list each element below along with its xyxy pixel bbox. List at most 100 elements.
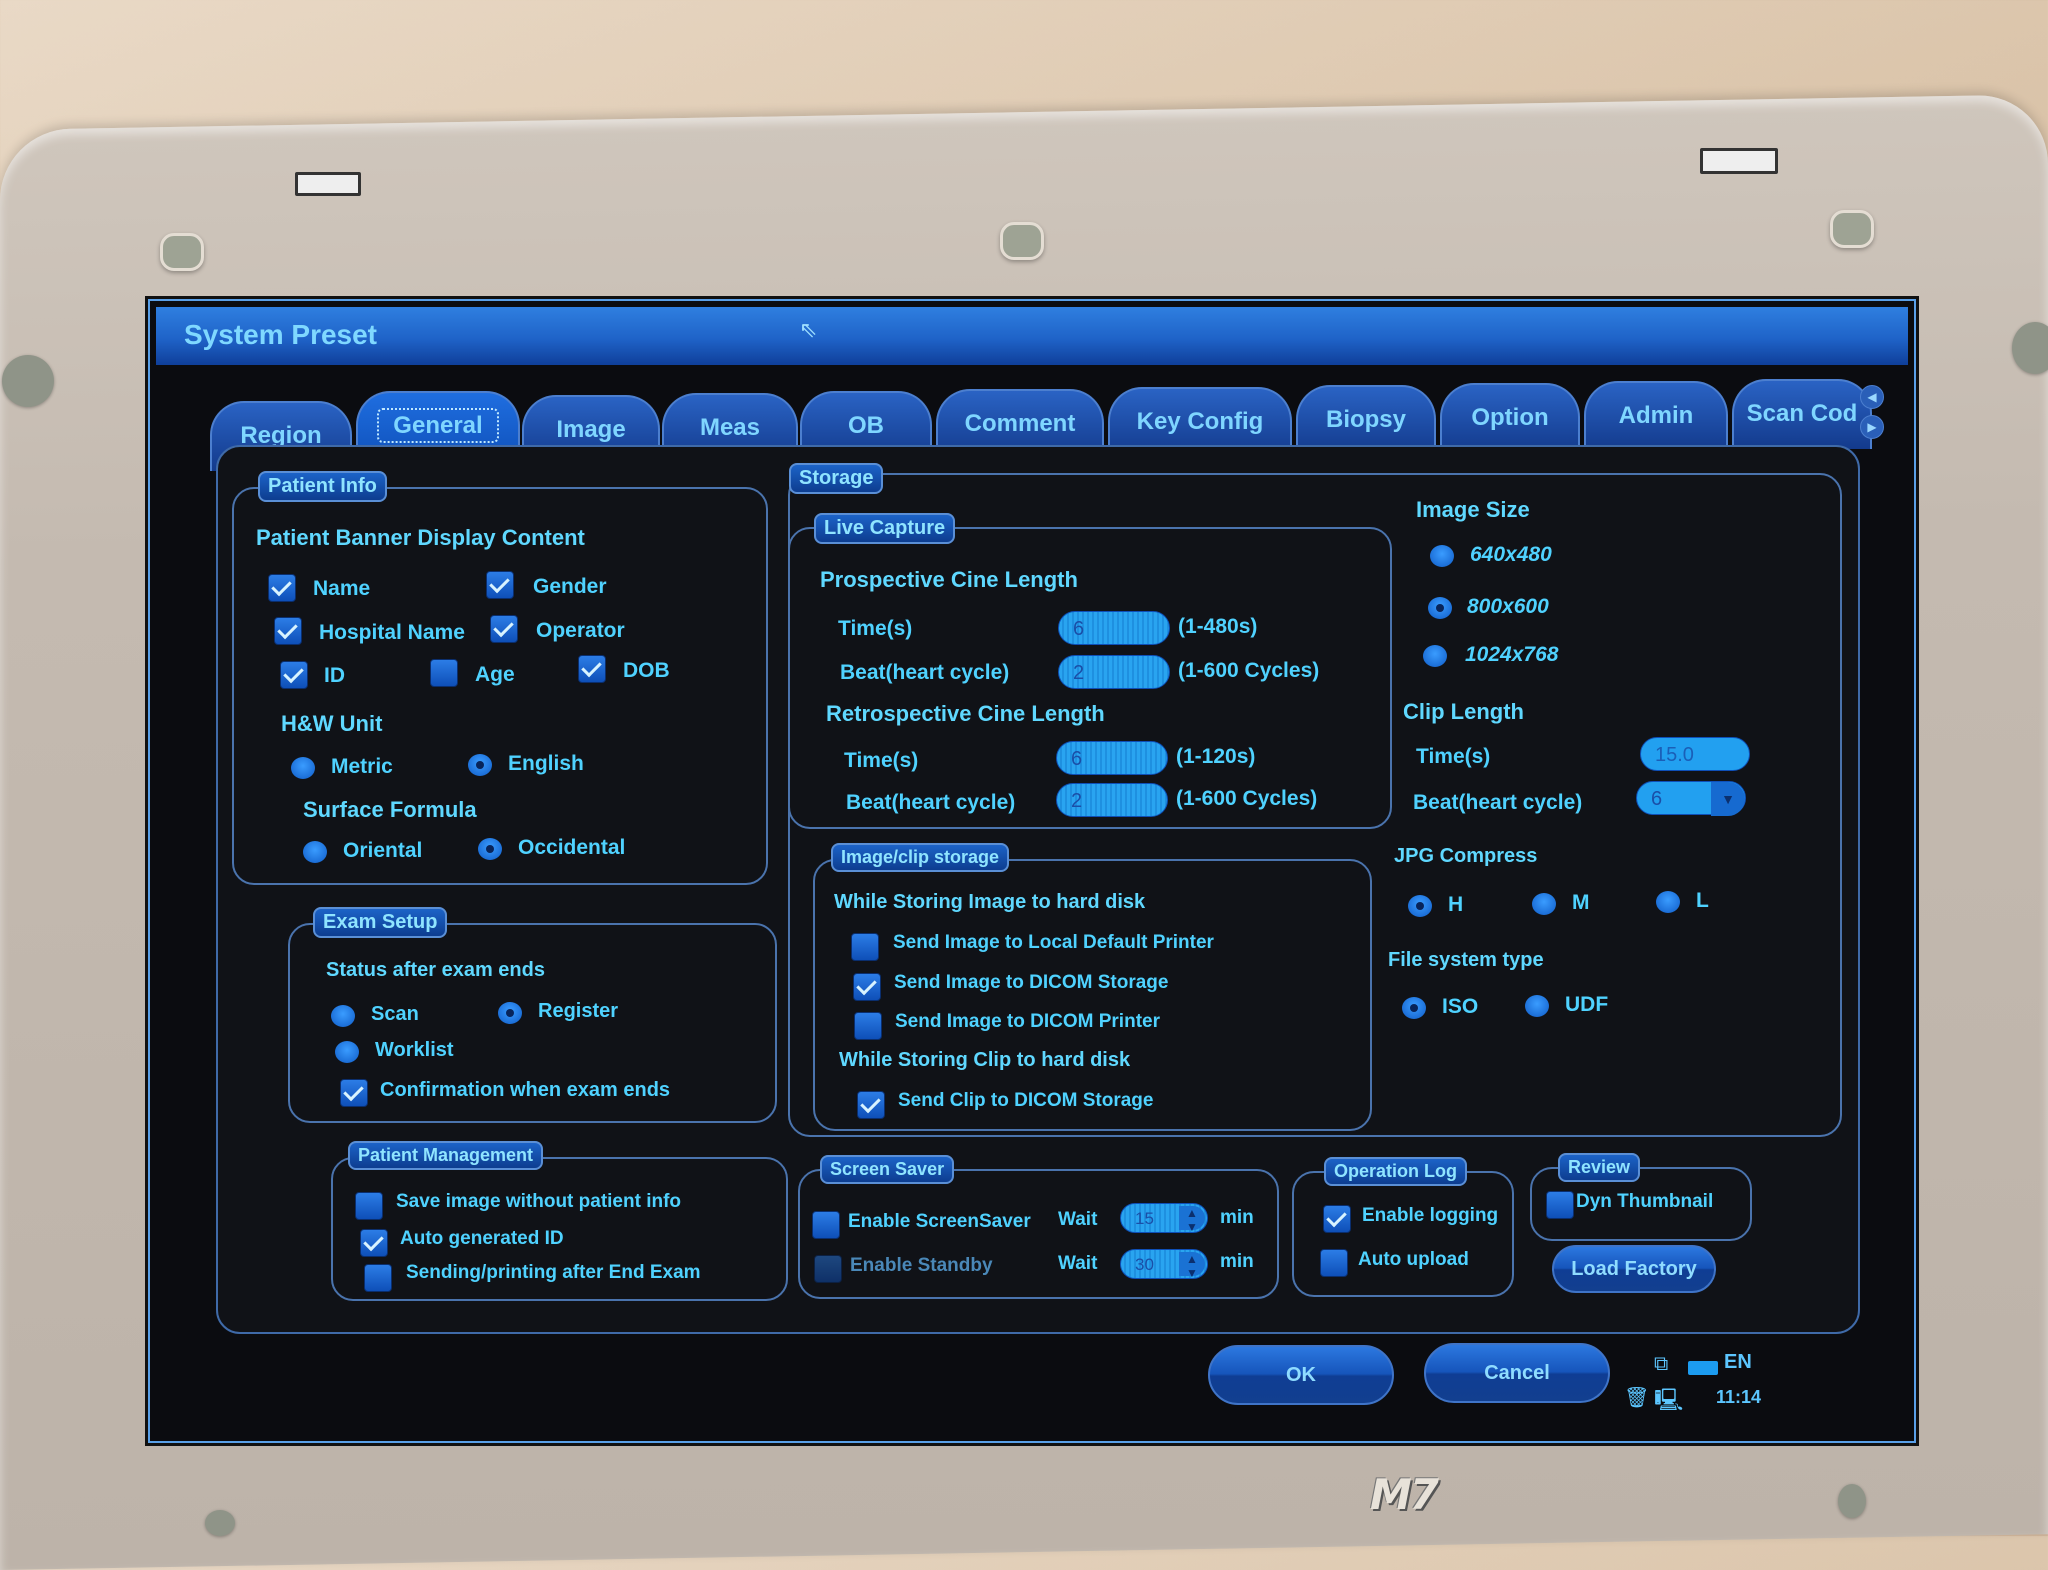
- clip-length-heading: Clip Length: [1403, 699, 1524, 724]
- age-checkbox[interactable]: [430, 659, 458, 687]
- up-down-arrows-icon[interactable]: ▲ ▼: [1179, 1206, 1205, 1234]
- tab-admin[interactable]: Admin: [1584, 381, 1728, 451]
- title-bar: System Preset: [156, 307, 1908, 365]
- prospective-time-input[interactable]: 6: [1058, 611, 1170, 645]
- window-title: System Preset: [184, 319, 378, 350]
- tab-label: Option: [1471, 404, 1549, 431]
- clip-beat-select[interactable]: 6 ▼: [1636, 781, 1746, 816]
- jpg-m-radio[interactable]: [1532, 893, 1556, 915]
- live-capture-legend: Live Capture: [814, 513, 956, 544]
- operation-log-legend: Operation Log: [1324, 1157, 1467, 1186]
- auto-upload-checkbox[interactable]: [1320, 1249, 1348, 1277]
- checkbox-label: Hospital Name: [319, 621, 465, 644]
- checkbox-label: Dyn Thumbnail: [1576, 1191, 1714, 1212]
- dicom-printer-checkbox[interactable]: [854, 1012, 882, 1040]
- jpg-l-radio[interactable]: [1656, 891, 1680, 913]
- tab-label: OB: [848, 412, 884, 439]
- radio-label: English: [508, 752, 584, 775]
- banner-display-heading: Patient Banner Display Content: [256, 525, 585, 550]
- dyn-thumbnail-checkbox[interactable]: [1546, 1191, 1574, 1219]
- retrospective-beat-range: (1-600 Cycles): [1176, 787, 1318, 810]
- confirm-exam-end-checkbox[interactable]: [340, 1079, 368, 1107]
- tab-scroll-right-icon[interactable]: ▶: [1860, 415, 1884, 439]
- save-without-info-checkbox[interactable]: [355, 1192, 383, 1220]
- dicom-storage-checkbox[interactable]: [853, 973, 881, 1001]
- english-radio[interactable]: [468, 754, 492, 776]
- metric-radio[interactable]: [291, 757, 315, 779]
- scan-radio[interactable]: [331, 1005, 355, 1027]
- prospective-beat-input[interactable]: 2: [1058, 655, 1170, 689]
- wait-label: Wait: [1058, 1209, 1098, 1230]
- radio-label: M: [1572, 891, 1590, 914]
- checkbox-label: Auto generated ID: [400, 1228, 564, 1249]
- id-checkbox[interactable]: [280, 661, 308, 689]
- tab-label: Scan Cod: [1746, 400, 1858, 427]
- prospective-heading: Prospective Cine Length: [820, 567, 1078, 592]
- device-logo: M7: [1370, 1470, 1439, 1519]
- hardware-button-bottom-right[interactable]: [1838, 1484, 1866, 1518]
- worklist-radio[interactable]: [335, 1041, 359, 1063]
- spinner-value: 30: [1135, 1255, 1154, 1274]
- tab-label: Biopsy: [1325, 406, 1406, 433]
- size-1024-radio[interactable]: [1423, 645, 1447, 667]
- dob-checkbox[interactable]: [578, 655, 606, 683]
- jpg-h-radio[interactable]: [1408, 895, 1432, 917]
- recycle-bin-icon: 🗑: [1624, 1387, 1650, 1409]
- retrospective-beat-input[interactable]: 2: [1056, 783, 1168, 817]
- tab-scroll-left-icon[interactable]: ◀: [1860, 385, 1884, 409]
- screensaver-wait-spinner[interactable]: 15 ▲ ▼: [1120, 1203, 1208, 1234]
- patient-management-legend: Patient Management: [348, 1141, 544, 1170]
- hardware-button-bottom-left[interactable]: [205, 1510, 235, 1536]
- hardware-button-top-left[interactable]: [160, 233, 204, 271]
- mouse-cursor-icon: ⇖: [799, 317, 818, 342]
- cancel-button[interactable]: Cancel: [1424, 1343, 1610, 1403]
- hospital-name-checkbox[interactable]: [274, 617, 302, 645]
- radio-label: ISO: [1442, 995, 1479, 1018]
- send-after-end-checkbox[interactable]: [364, 1264, 392, 1292]
- prospective-time-label: Time(s): [838, 617, 913, 640]
- auto-id-checkbox[interactable]: [360, 1229, 388, 1257]
- size-640-radio[interactable]: [1430, 545, 1454, 567]
- surface-formula-heading: Surface Formula: [303, 797, 477, 822]
- radio-label: Occidental: [518, 836, 626, 859]
- chevron-down-icon[interactable]: ▼: [1711, 782, 1745, 816]
- tab-scan-code[interactable]: Scan Cod: [1732, 379, 1872, 449]
- tab-option[interactable]: Option: [1440, 383, 1580, 453]
- enable-screensaver-label: Enable ScreenSaver: [848, 1211, 1031, 1232]
- register-radio[interactable]: [498, 1002, 522, 1024]
- enable-logging-checkbox[interactable]: [1323, 1205, 1351, 1233]
- size-800-radio[interactable]: [1428, 597, 1452, 619]
- operation-log-group: [1292, 1171, 1514, 1297]
- enable-screensaver-checkbox[interactable]: [812, 1211, 840, 1239]
- name-checkbox[interactable]: [268, 574, 296, 602]
- ok-button[interactable]: OK: [1208, 1345, 1394, 1405]
- tab-scroll-arrows: ◀ ▶: [1860, 385, 1886, 445]
- occidental-radio[interactable]: [478, 838, 502, 860]
- computer-icon: 🖳: [1654, 1387, 1684, 1412]
- enable-standby-checkbox[interactable]: [814, 1255, 842, 1283]
- language-indicator: EN: [1724, 1351, 1752, 1373]
- operator-checkbox[interactable]: [490, 615, 518, 643]
- checkbox-label: Name: [313, 577, 371, 600]
- load-factory-button[interactable]: Load Factory: [1552, 1245, 1716, 1293]
- standby-wait-spinner[interactable]: 30 ▲ ▼: [1120, 1249, 1208, 1280]
- hardware-button-top-right[interactable]: [1830, 210, 1874, 248]
- clip-time-input[interactable]: 15.0: [1640, 737, 1750, 771]
- radio-label: Metric: [331, 755, 393, 778]
- retrospective-time-input[interactable]: 6: [1056, 741, 1168, 775]
- radio-label: L: [1696, 889, 1709, 912]
- fs-udf-radio[interactable]: [1525, 995, 1549, 1017]
- clip-time-label: Time(s): [1416, 745, 1491, 768]
- fs-iso-radio[interactable]: [1402, 997, 1426, 1019]
- hardware-button-top-center[interactable]: [1000, 222, 1044, 260]
- oriental-radio[interactable]: [303, 841, 327, 863]
- image-size-heading: Image Size: [1416, 497, 1530, 522]
- gender-checkbox[interactable]: [486, 571, 514, 599]
- exam-setup-legend: Exam Setup: [313, 907, 448, 938]
- clip-dicom-storage-checkbox[interactable]: [857, 1091, 885, 1119]
- up-down-arrows-icon[interactable]: ▲ ▼: [1179, 1252, 1205, 1280]
- hardware-button-left-side[interactable]: [2, 355, 54, 407]
- local-printer-checkbox[interactable]: [851, 933, 879, 961]
- radio-label: 1024x768: [1465, 643, 1559, 666]
- checkbox-label: Age: [475, 663, 515, 686]
